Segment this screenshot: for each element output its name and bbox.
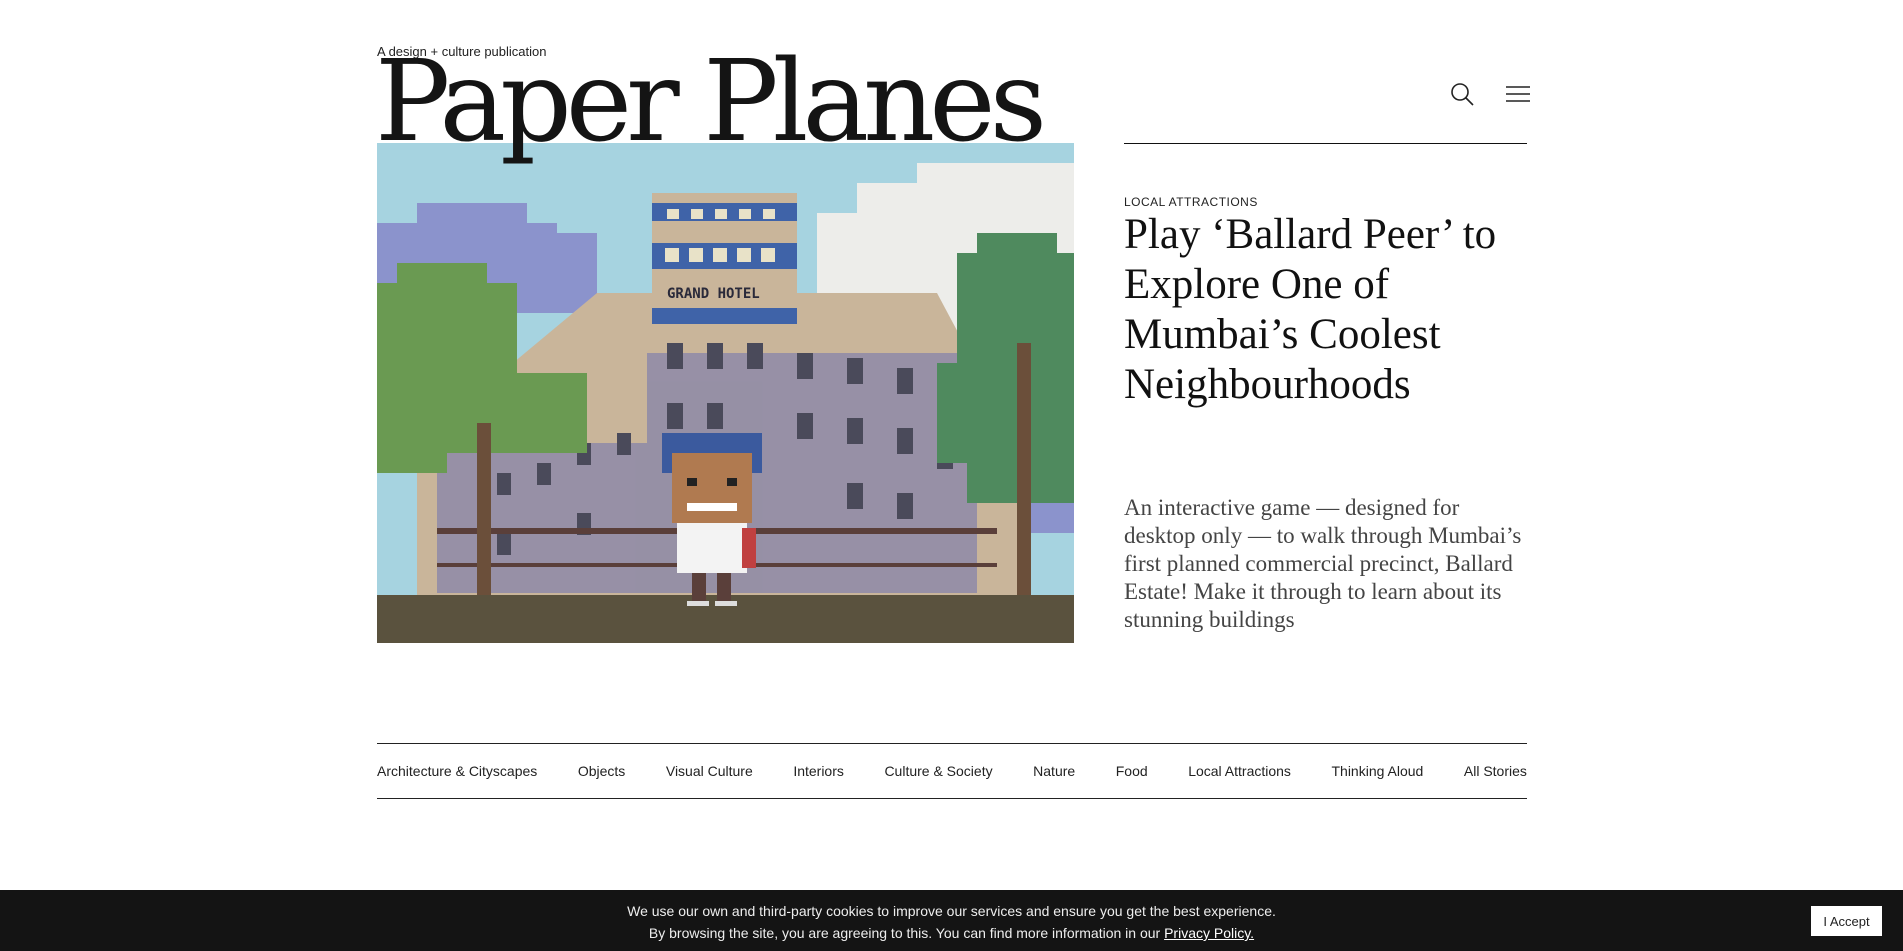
accept-cookies-button[interactable]: I Accept: [1811, 906, 1882, 936]
privacy-policy-link[interactable]: Privacy Policy.: [1164, 925, 1254, 941]
hotel-sign: GRAND HOTEL: [667, 286, 760, 302]
category-nav: Architecture & Cityscapes Objects Visual…: [377, 743, 1527, 799]
nav-culture-society[interactable]: Culture & Society: [884, 763, 992, 779]
cookie-banner: We use our own and third-party cookies t…: [0, 890, 1903, 951]
feature-summary: An interactive game — designed for deskt…: [1124, 495, 1522, 632]
nav-visual-culture[interactable]: Visual Culture: [666, 763, 753, 779]
nav-objects[interactable]: Objects: [578, 763, 625, 779]
nav-architecture-cityscapes[interactable]: Architecture & Cityscapes: [377, 763, 537, 779]
header-actions: [1448, 80, 1532, 108]
cookie-line-2-text: By browsing the site, you are agreeing t…: [648, 925, 1165, 941]
site-logo[interactable]: Paper Planes: [375, 46, 1047, 158]
nav-local-attractions[interactable]: Local Attractions: [1188, 763, 1291, 779]
nav-nature[interactable]: Nature: [1033, 763, 1075, 779]
feature-headline[interactable]: Play ‘Ballard Peer’ to Explore One of Mu…: [1124, 210, 1524, 410]
search-icon[interactable]: [1448, 80, 1476, 108]
feature-divider: [1124, 143, 1527, 144]
grand-hotel-illustration: GRAND HOTEL: [377, 143, 1074, 643]
hamburger-menu-icon[interactable]: [1504, 80, 1532, 108]
nav-interiors[interactable]: Interiors: [793, 763, 844, 779]
cookie-message: We use our own and third-party cookies t…: [0, 900, 1903, 944]
feature-image[interactable]: GRAND HOTEL: [377, 143, 1074, 643]
cookie-line-2: By browsing the site, you are agreeing t…: [0, 922, 1903, 944]
nav-food[interactable]: Food: [1116, 763, 1148, 779]
cookie-line-1: We use our own and third-party cookies t…: [627, 903, 1276, 919]
feature-category[interactable]: LOCAL ATTRACTIONS: [1124, 195, 1258, 209]
nav-all-stories[interactable]: All Stories: [1464, 763, 1527, 779]
nav-thinking-aloud[interactable]: Thinking Aloud: [1331, 763, 1423, 779]
page: A design + culture publication Paper Pla…: [0, 0, 1903, 951]
